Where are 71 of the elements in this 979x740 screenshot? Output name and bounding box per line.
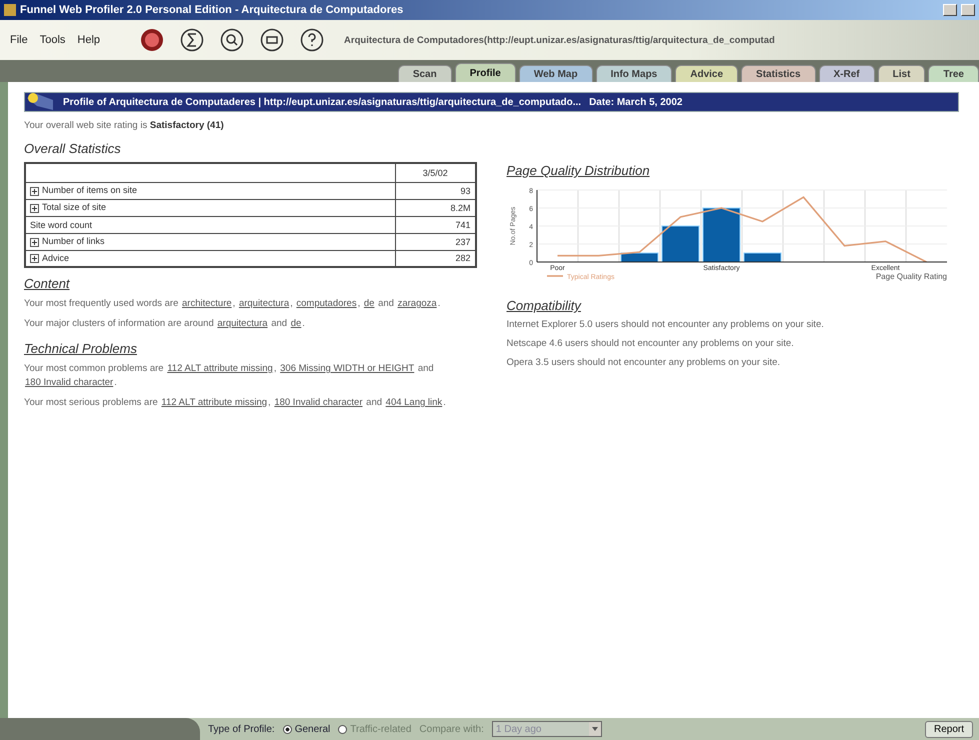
text-link[interactable]: 112 ALT attribute missing [167, 362, 273, 376]
banner-title: Profile of Arquitectura de Computaderes | http://eupt.unizar.es/asignaturas/ttig/arquitectura_de_computado... [63, 96, 582, 108]
tab[interactable]: Statistics [741, 65, 816, 82]
section-heading: Overall Statistics [24, 141, 122, 156]
row-label: Site word count [30, 220, 92, 230]
compatibility-text: Internet Explorer 5.0 users should not encounter any problems on your site. [506, 319, 825, 330]
maximize-button[interactable] [961, 4, 975, 16]
help-icon [300, 28, 324, 52]
sigma-icon [180, 28, 204, 52]
app-icon [4, 4, 16, 16]
compatibility-text: Netscape 4.6 users should not encounter any problems on your site. [506, 338, 795, 349]
text-link[interactable]: architecture [182, 297, 232, 311]
histogram-bar [743, 252, 781, 262]
window-title: Funnel Web Profiler 2.0 Personal Edition - Arquitectura de Computadores [20, 4, 404, 16]
row-label: Number of items on site [42, 185, 138, 196]
printer-icon [260, 28, 284, 52]
menu-item[interactable]: Tools [40, 34, 66, 46]
search-icon [220, 28, 244, 52]
tab[interactable]: X-Ref [818, 65, 875, 82]
text-link[interactable]: 180 Invalid character [25, 376, 114, 390]
content-text: Your most frequently used words are architecture, arquitectura, computadores, de and zaragoza. [24, 297, 442, 311]
expand-icon[interactable] [30, 254, 39, 264]
report-button[interactable]: Report [924, 720, 973, 738]
tab[interactable]: Scan [398, 65, 452, 82]
banner-date: Date: March 5, 2002 [589, 96, 682, 108]
row-label: Total size of site [42, 202, 106, 212]
expand-icon[interactable] [30, 186, 39, 196]
rating-text: Your overall web site rating is Satisfactory (41) [24, 120, 225, 131]
problems-text: Your most common problems are 112 ALT attribute missing, 306 Missing WIDTH or HEIGHT and 180 Invalid character. [24, 362, 435, 390]
tab[interactable]: Info Maps [596, 65, 672, 82]
row-label: Advice [42, 253, 70, 264]
text-link[interactable]: zaragoza [398, 297, 437, 311]
row-label: Number of links [42, 236, 105, 246]
histogram-bar [702, 208, 740, 262]
radio-option[interactable]: General [282, 724, 330, 734]
expand-icon[interactable] [30, 238, 39, 247]
site-url: Arquitectura de Computadores(http://eupt.unizar.es/asignaturas/ttig/arquitectura_de_computad [344, 34, 775, 46]
section-heading: Content [24, 276, 71, 291]
compatibility-text: Opera 3.5 users should not encounter any problems on your site. [506, 357, 782, 368]
tab[interactable]: Tree [928, 65, 979, 82]
histogram-bar [620, 252, 658, 262]
text-link[interactable]: arquitectura [217, 317, 268, 331]
content-text: Your major clusters of information are around arquitectura and de. [24, 317, 306, 331]
stop-icon [140, 28, 164, 52]
axis-title: Page Quality Rating [875, 272, 946, 281]
tab[interactable]: List [878, 65, 926, 82]
compare-label: Compare with: [419, 724, 484, 734]
text-link[interactable]: 112 ALT attribute missing [161, 396, 268, 410]
tab[interactable]: Advice [675, 65, 738, 82]
menu-item[interactable]: Help [77, 34, 100, 46]
text-link[interactable]: 306 Missing WIDTH or HEIGHT [280, 362, 414, 376]
profile-type-label: Type of Profile: [208, 724, 275, 734]
tab[interactable]: Profile [454, 63, 516, 82]
text-link[interactable]: arquitectura [238, 297, 290, 311]
text-link[interactable]: 180 Invalid character [274, 396, 363, 410]
tab[interactable]: Web Map [518, 65, 593, 82]
menu-item[interactable]: File [10, 34, 28, 46]
expand-icon[interactable] [30, 204, 39, 213]
text-link[interactable]: computadores [296, 297, 357, 311]
text-link[interactable]: de [290, 317, 302, 331]
histogram-bar [661, 226, 699, 262]
star-flag-icon [25, 92, 55, 112]
caret-icon [588, 722, 601, 736]
text-link[interactable]: de [364, 297, 374, 311]
text-link[interactable]: 404 Lang link [386, 396, 442, 410]
section-heading: Compatibility [506, 298, 582, 313]
minimize-button[interactable] [943, 4, 957, 16]
section-heading: Page Quality Distribution [506, 163, 651, 178]
section-heading: Technical Problems [24, 341, 138, 356]
problems-text: Your most serious problems are 112 ALT attribute missing, 180 Invalid character and 404 Lang link. [24, 396, 447, 410]
radio-option: Traffic-related [338, 724, 412, 734]
